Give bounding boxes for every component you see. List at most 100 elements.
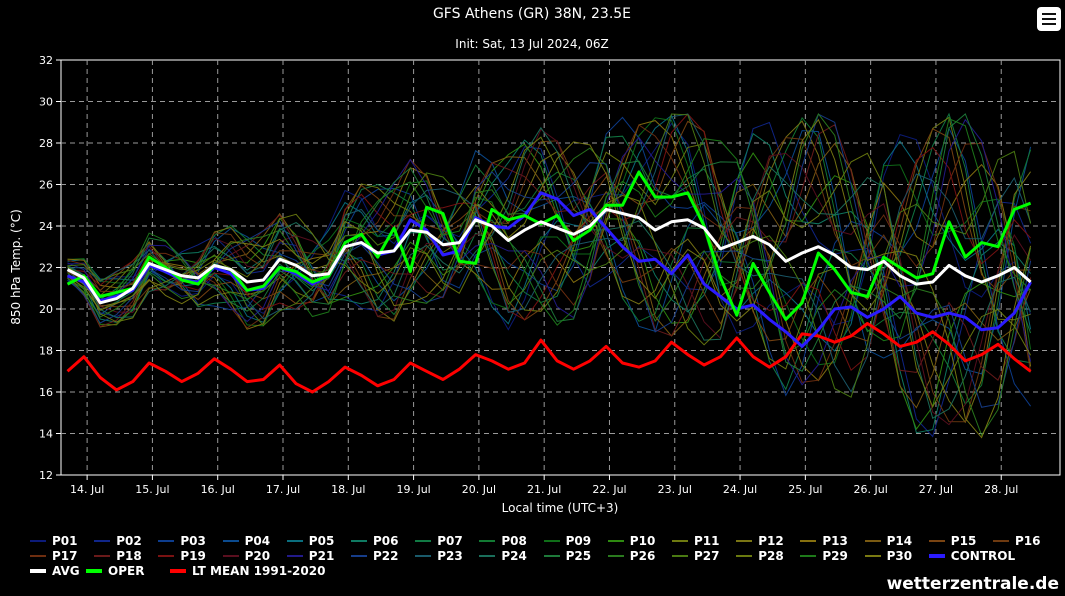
y-tick-label: 28 [39,137,53,150]
x-axis-ticks: 14. Jul 15. Jul 16. Jul 17. Jul 18. Jul 19. J… [70,475,1018,496]
legend-swatch [158,540,175,542]
legend-label: P25 [565,549,592,563]
legend-swatch [170,569,186,573]
legend-label: P16 [1015,534,1041,548]
legend-label: OPER [108,564,145,578]
legend-swatch [94,555,111,557]
legend-swatch [736,555,753,557]
legend-swatch [543,555,560,557]
legend-label: P05 [308,534,335,548]
x-tick-label: 17. Jul [266,483,300,496]
legend-swatch [351,555,367,557]
legend-swatch [30,569,46,573]
x-tick-label: 27. Jul [919,483,953,496]
x-tick-label: 22. Jul [592,483,626,496]
legend-swatch [607,555,624,557]
legend-swatch [158,555,175,557]
legend-swatch [800,555,817,557]
legend-swatch [993,540,1009,542]
legend-label: P17 [52,549,78,563]
legend-swatch [479,540,496,542]
legend-swatch [928,554,945,558]
legend-swatch [864,555,881,557]
x-tick-label: 23. Jul [658,483,692,496]
legend-swatch [30,540,46,542]
y-axis-label: 850 hPa Temp. (°C) [9,209,23,325]
legend-label: P03 [180,534,206,548]
legend-swatch [286,540,303,542]
legend-label: P19 [180,549,206,563]
y-axis-ticks: 12 14 16 18 20 22 24 26 28 30 32 [39,54,61,482]
legend-label: P22 [373,549,399,563]
y-tick-label: 12 [39,469,53,482]
legend-label: P29 [822,549,848,563]
legend-label: P20 [244,549,271,563]
legend-swatch [543,540,560,542]
y-tick-label: 22 [39,262,53,275]
legend-label: P28 [758,549,784,563]
legend-label: P11 [694,534,720,548]
legend-label: P01 [52,534,78,548]
legend-swatch [415,555,432,557]
legend-swatch [351,540,367,542]
x-tick-label: 16. Jul [201,483,235,496]
legend-swatch [30,555,46,557]
legend-label: P02 [116,534,142,548]
legend-swatch [286,555,303,557]
x-tick-label: 14. Jul [70,483,104,496]
x-tick-label: 19. Jul [396,483,430,496]
chart-canvas: GFS Athens (GR) 38N, 23.5E Init: Sat, 13… [9,6,1061,515]
y-tick-label: 20 [39,303,53,316]
x-tick-label: 24. Jul [723,483,757,496]
legend-swatch [222,540,239,542]
y-tick-label: 16 [39,386,53,399]
legend-swatch [800,540,817,542]
legend-label: P08 [501,534,527,548]
legend-label: P09 [565,534,592,548]
x-tick-label: 18. Jul [331,483,365,496]
legend-swatch [86,569,102,573]
y-tick-label: 30 [39,96,53,109]
legend-label: CONTROL [950,549,1016,563]
legend-swatch [864,540,881,542]
legend-label: P04 [244,534,271,548]
menu-icon[interactable] [1037,7,1061,31]
legend-label: P27 [694,549,720,563]
chart-title: GFS Athens (GR) 38N, 23.5E [433,6,631,22]
legend-label: P13 [822,534,848,548]
legend-label: P15 [950,534,977,548]
legend-swatch [479,555,496,557]
legend-label: P24 [501,549,527,563]
legend-swatch [672,555,688,557]
legend-swatch [607,540,624,542]
legend-label: LT MEAN 1991-2020 [192,564,326,578]
legend-label: P07 [437,534,463,548]
x-tick-label: 26. Jul [854,483,888,496]
legend-label: P10 [629,534,656,548]
y-tick-label: 26 [39,179,53,192]
legend-label: P12 [758,534,784,548]
x-tick-label: 28. Jul [984,483,1018,496]
x-tick-label: 25. Jul [788,483,822,496]
legend-label: P18 [116,549,142,563]
legend-swatch [415,540,432,542]
legend-label: P26 [629,549,656,563]
legend-label: P30 [886,549,913,563]
x-axis-label: Local time (UTC+3) [502,501,619,515]
legend-label: AVG [52,564,80,578]
y-tick-label: 32 [39,54,53,67]
y-tick-label: 18 [39,345,53,358]
legend-swatch [736,540,753,542]
legend-label: P06 [373,534,399,548]
legend-label: P21 [308,549,335,563]
chart-subtitle: Init: Sat, 13 Jul 2024, 06Z [455,37,608,51]
x-tick-label: 21. Jul [527,483,561,496]
legend-swatch [222,555,239,557]
x-tick-label: 15. Jul [135,483,169,496]
legend-swatch [672,540,688,542]
x-tick-label: 20. Jul [462,483,496,496]
credit-text: wetterzentrale.de [886,574,1059,594]
y-tick-label: 24 [39,220,53,233]
legend-swatch [94,540,111,542]
legend-label: P23 [437,549,463,563]
